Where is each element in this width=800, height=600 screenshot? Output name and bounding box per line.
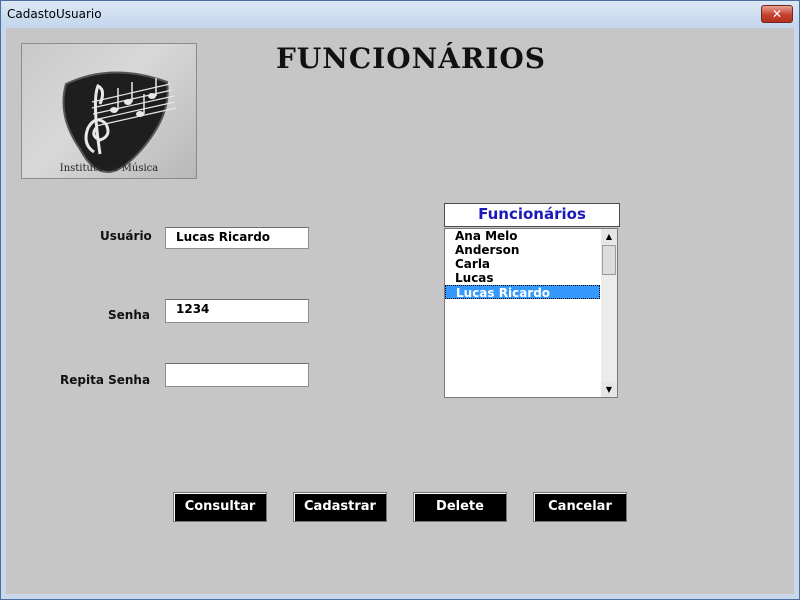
- funcionarios-list-header: Funcionários: [444, 203, 620, 227]
- usuario-label: Usuário: [100, 229, 152, 243]
- listbox-scrollbar[interactable]: ▲ ▼: [601, 229, 617, 397]
- scroll-down-arrow-icon[interactable]: ▼: [601, 382, 617, 397]
- close-icon: ✕: [771, 7, 783, 21]
- consultar-button[interactable]: Consultar: [173, 492, 267, 522]
- list-item-selected[interactable]: Lucas Ricardo: [445, 285, 600, 300]
- repita-senha-input[interactable]: [165, 363, 309, 387]
- list-item[interactable]: Ana Melo: [445, 229, 600, 243]
- scroll-up-arrow-icon[interactable]: ▲: [601, 229, 617, 244]
- funcionarios-listbox[interactable]: Ana Melo Anderson Carla Lucas Lucas Rica…: [444, 228, 618, 398]
- list-item[interactable]: Carla: [445, 257, 600, 271]
- window-title: CadastoUsuario: [7, 7, 102, 21]
- page-title: FUNCIONÁRIOS: [276, 42, 546, 75]
- guitar-pick-logo-icon: [62, 71, 177, 174]
- list-item[interactable]: Lucas: [445, 271, 600, 285]
- app-window: CadastoUsuario ✕ Instituto de Música FUN…: [0, 0, 800, 600]
- repita-senha-label: Repita Senha: [60, 373, 151, 387]
- title-bar[interactable]: CadastoUsuario ✕: [1, 1, 799, 28]
- cadastrar-button[interactable]: Cadastrar: [293, 492, 387, 522]
- delete-button[interactable]: Delete: [413, 492, 507, 522]
- logo-caption: Instituto de Música: [59, 163, 159, 174]
- logo: Instituto de Música: [21, 43, 197, 179]
- senha-input[interactable]: 1234: [165, 299, 309, 323]
- form-area: Instituto de Música FUNCIONÁRIOS Usuário…: [6, 28, 794, 594]
- list-item[interactable]: Anderson: [445, 243, 600, 257]
- scrollbar-thumb[interactable]: [602, 245, 616, 275]
- usuario-input[interactable]: Lucas Ricardo: [165, 227, 309, 249]
- close-button[interactable]: ✕: [761, 5, 793, 23]
- senha-label: Senha: [108, 308, 150, 322]
- cancelar-button[interactable]: Cancelar: [533, 492, 627, 522]
